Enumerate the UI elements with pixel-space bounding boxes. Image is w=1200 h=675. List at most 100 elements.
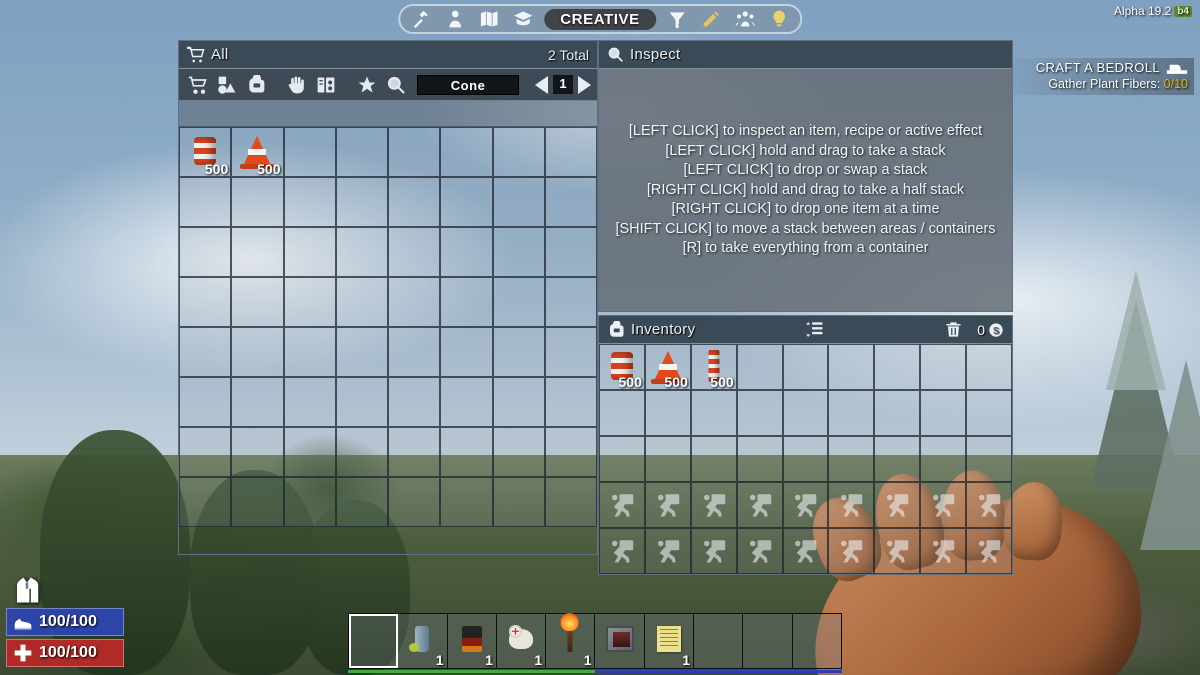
creative-slot[interactable] [335, 327, 388, 377]
creative-slot[interactable] [335, 477, 388, 527]
creative-slot[interactable]: 500 [231, 127, 284, 177]
people-group-icon[interactable] [730, 7, 760, 31]
inventory-slot[interactable] [782, 344, 829, 390]
inventory-slot[interactable] [782, 390, 829, 436]
toolbelt-slot[interactable] [349, 614, 399, 668]
inventory-slot[interactable] [644, 390, 691, 436]
inventory-slot[interactable] [736, 390, 783, 436]
inventory-slot[interactable] [966, 390, 1012, 436]
creative-slot[interactable] [335, 277, 388, 327]
toolbelt-slot[interactable]: 1 [448, 614, 497, 668]
creative-slot[interactable] [440, 177, 493, 227]
inventory-slot[interactable]: 500 [690, 344, 737, 390]
inventory-slot[interactable] [599, 390, 645, 436]
creative-slot[interactable] [492, 427, 545, 477]
inventory-slot[interactable] [874, 390, 921, 436]
creative-slot[interactable] [335, 127, 388, 177]
magnifier-icon[interactable] [382, 72, 409, 98]
creative-slot[interactable] [283, 427, 336, 477]
search-input[interactable]: Cone [417, 74, 519, 95]
toolbelt[interactable]: 1 1 1 1 1 [348, 612, 842, 669]
inventory-slot[interactable] [874, 436, 921, 482]
inventory-slot[interactable]: 500 [599, 344, 645, 390]
graduation-cap-icon[interactable] [508, 7, 538, 31]
toolbelt-slot[interactable]: 1 [546, 612, 596, 668]
creative-slot[interactable]: 500 [179, 127, 232, 177]
creative-slot[interactable] [179, 477, 232, 527]
funnel-icon[interactable] [662, 7, 692, 31]
lightbulb-icon[interactable] [764, 7, 794, 31]
creative-mode-bar[interactable]: CREATIVE [398, 4, 802, 34]
star-icon[interactable] [353, 72, 380, 98]
creative-slot[interactable] [544, 327, 597, 377]
arrow-right-icon[interactable] [577, 75, 591, 94]
inventory-slot[interactable] [920, 390, 967, 436]
inventory-slot[interactable] [828, 436, 875, 482]
creative-slot[interactable] [388, 277, 441, 327]
creative-slot[interactable] [179, 327, 232, 377]
creative-slot[interactable] [440, 327, 493, 377]
hammer-icon[interactable] [406, 7, 436, 31]
creative-slot[interactable] [179, 427, 232, 477]
machine-icon[interactable] [313, 72, 340, 98]
creative-slot[interactable] [179, 277, 232, 327]
creative-slot[interactable] [283, 127, 336, 177]
backpack-icon[interactable] [243, 72, 270, 98]
creative-slot[interactable] [440, 127, 493, 177]
creative-slot[interactable] [179, 377, 232, 427]
shopping-cart-icon[interactable] [185, 72, 212, 98]
creative-slot[interactable] [335, 227, 388, 277]
toolbelt-slot[interactable]: 1 [497, 614, 547, 668]
toolbelt-slot[interactable] [743, 614, 793, 668]
creative-slot[interactable] [544, 277, 597, 327]
inventory-slot[interactable] [966, 436, 1012, 482]
pencil-icon[interactable] [696, 7, 726, 31]
inventory-slot[interactable] [828, 390, 875, 436]
creative-slot[interactable] [388, 227, 441, 277]
creative-slot[interactable] [231, 477, 284, 527]
toolbelt-slot[interactable] [595, 614, 645, 668]
creative-slot[interactable] [335, 427, 388, 477]
inventory-slot[interactable] [690, 390, 737, 436]
npc-icon[interactable] [440, 7, 470, 31]
trash-icon[interactable] [944, 320, 963, 339]
creative-slot[interactable] [231, 177, 284, 227]
creative-slot[interactable] [179, 227, 232, 277]
creative-slot[interactable] [544, 227, 597, 277]
creative-item-grid[interactable]: 500 500 [179, 127, 597, 527]
creative-slot[interactable] [544, 177, 597, 227]
inventory-slot[interactable]: 500 [644, 344, 691, 390]
inventory-slot[interactable] [690, 436, 737, 482]
creative-slot[interactable] [440, 377, 493, 427]
creative-slot[interactable] [388, 327, 441, 377]
inventory-slot[interactable] [736, 436, 783, 482]
inventory-slot[interactable] [966, 344, 1012, 390]
creative-slot[interactable] [335, 177, 388, 227]
inventory-slot[interactable] [828, 344, 875, 390]
toolbelt-slot[interactable]: 1 [645, 614, 695, 668]
creative-slot[interactable] [231, 327, 284, 377]
creative-slot[interactable] [492, 177, 545, 227]
creative-slot[interactable] [388, 477, 441, 527]
creative-slot[interactable] [440, 477, 493, 527]
map-icon[interactable] [474, 7, 504, 31]
creative-slot[interactable] [440, 227, 493, 277]
creative-slot[interactable] [492, 227, 545, 277]
creative-slot[interactable] [231, 277, 284, 327]
inventory-slot[interactable] [782, 436, 829, 482]
inventory-slot[interactable] [920, 436, 967, 482]
creative-slot[interactable] [388, 127, 441, 177]
sort-icon[interactable] [805, 320, 824, 339]
creative-slot[interactable] [388, 427, 441, 477]
creative-slot[interactable] [492, 327, 545, 377]
creative-toolbar[interactable]: Cone 1 [179, 69, 597, 101]
inventory-item-grid[interactable]: 500 500 500 [599, 344, 1012, 574]
creative-slot[interactable] [231, 227, 284, 277]
creative-slot[interactable] [283, 177, 336, 227]
inventory-slot[interactable] [874, 344, 921, 390]
creative-slot[interactable] [492, 477, 545, 527]
creative-slot[interactable] [544, 377, 597, 427]
creative-slot[interactable] [544, 127, 597, 177]
creative-slot[interactable] [283, 377, 336, 427]
hand-icon[interactable] [284, 72, 311, 98]
